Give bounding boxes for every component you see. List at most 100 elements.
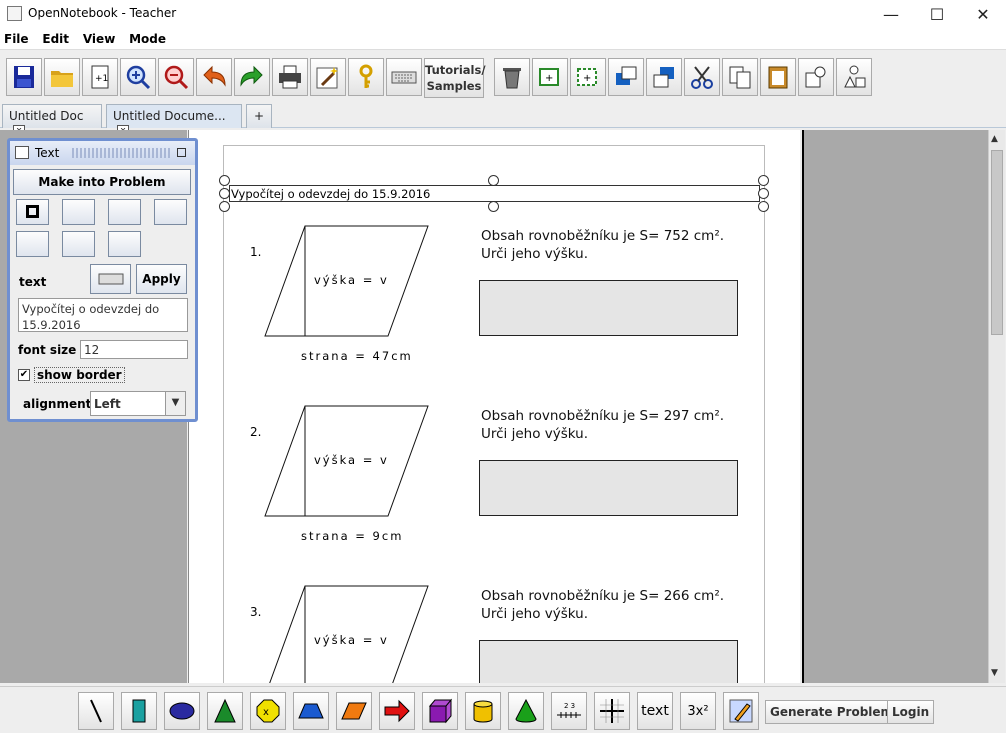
resize-handle[interactable] <box>219 175 230 186</box>
number-line-tool-button[interactable]: 2 3 <box>551 692 587 730</box>
grid-icon <box>600 699 624 723</box>
show-border-label[interactable]: show border <box>34 367 125 383</box>
align-top-button[interactable] <box>16 231 49 257</box>
cube-tool-button[interactable] <box>422 692 458 730</box>
svg-text:+1: +1 <box>95 74 108 84</box>
triangle-tool-button[interactable] <box>207 692 243 730</box>
resize-handle[interactable] <box>488 175 499 186</box>
trapezoid-tool-button[interactable] <box>293 692 329 730</box>
key-button[interactable] <box>348 58 384 96</box>
oval-tool-button[interactable] <box>164 692 200 730</box>
pencil-icon <box>729 699 753 723</box>
answer-box[interactable] <box>479 280 738 336</box>
alignment-select[interactable]: Left ▼ <box>90 391 186 416</box>
font-size-field[interactable]: 12 <box>80 340 188 359</box>
redo-button[interactable] <box>234 58 270 96</box>
undo-button[interactable] <box>196 58 232 96</box>
show-border-checkbox[interactable]: ✔ <box>18 369 30 381</box>
text-value-field[interactable]: Vypočítej o odevzdej do 15.9.2016 <box>18 298 188 332</box>
login-button[interactable]: Login <box>887 700 935 724</box>
base-label: strana = 47cm <box>301 349 413 363</box>
answer-box[interactable] <box>479 640 738 683</box>
grid-tool-button[interactable] <box>594 692 630 730</box>
samples-label: Samples <box>426 79 482 93</box>
restore-icon[interactable] <box>177 148 186 157</box>
align-right-button[interactable] <box>108 199 141 225</box>
ungroup-icon: + <box>577 68 597 86</box>
align-center-button[interactable] <box>154 199 187 225</box>
copy-button[interactable] <box>722 58 758 96</box>
scroll-down-icon[interactable]: ▼ <box>991 668 998 678</box>
pencil-tool-button[interactable] <box>723 692 759 730</box>
resize-handle[interactable] <box>488 201 499 212</box>
ungroup-button[interactable]: + <box>570 58 606 96</box>
drag-grip[interactable] <box>72 148 172 158</box>
tab-add-button[interactable]: + <box>246 104 272 128</box>
keyboard-icon <box>98 273 123 285</box>
resize-handle[interactable] <box>758 188 769 199</box>
chevron-down-icon[interactable]: ▼ <box>165 392 185 415</box>
bring-front-icon <box>616 66 637 85</box>
zoom-out-button[interactable] <box>158 58 194 96</box>
line-tool-button[interactable] <box>78 692 114 730</box>
menu-mode[interactable]: Mode <box>125 28 170 46</box>
send-back-button[interactable] <box>646 58 682 96</box>
tab-untitled-doc[interactable]: Untitled Docx <box>2 104 102 137</box>
resize-handle[interactable] <box>219 188 230 199</box>
shapes-alt-button[interactable] <box>836 58 872 96</box>
generate-problems-button[interactable]: Generate Problems <box>765 700 906 724</box>
resize-handle[interactable] <box>219 201 230 212</box>
tab-untitled-document[interactable]: Untitled Docume...x <box>106 104 242 137</box>
rectangle-tool-button[interactable] <box>121 692 157 730</box>
resize-handle[interactable] <box>758 175 769 186</box>
height-label: výška = v <box>314 453 389 467</box>
scrollbar-thumb[interactable] <box>991 150 1003 335</box>
save-button[interactable] <box>6 58 42 96</box>
menu-edit[interactable]: Edit <box>38 28 73 46</box>
scroll-up-icon[interactable]: ▲ <box>991 134 998 144</box>
magic-wand-button[interactable] <box>310 58 346 96</box>
tutorials-samples-button[interactable]: Tutorials/Samples <box>424 58 486 98</box>
panel-header[interactable]: Text <box>10 141 195 165</box>
apply-button[interactable]: Apply <box>136 264 187 294</box>
border-icon <box>26 205 39 218</box>
window-title: OpenNotebook - Teacher <box>28 6 177 20</box>
maximize-button[interactable]: ☐ <box>914 0 960 28</box>
expression-tool-button[interactable]: 3x² <box>680 692 716 730</box>
group-button[interactable]: + <box>532 58 568 96</box>
zoom-in-button[interactable] <box>120 58 156 96</box>
align-left-button[interactable] <box>62 199 95 225</box>
shapes-button[interactable] <box>798 58 834 96</box>
minimize-button[interactable]: — <box>868 0 914 28</box>
vertical-scrollbar[interactable]: ▲ ▼ <box>988 130 1005 683</box>
close-button[interactable]: ✕ <box>960 0 1006 28</box>
open-button[interactable] <box>44 58 80 96</box>
document-canvas[interactable]: Vypočítej o odevzdej do 15.9.2016 1. výš… <box>188 130 800 683</box>
svg-text:2 3: 2 3 <box>564 702 575 710</box>
border-toggle-button[interactable] <box>16 199 49 225</box>
cylinder-tool-button[interactable] <box>465 692 501 730</box>
octagon-tool-button[interactable]: x <box>250 692 286 730</box>
keyboard-button[interactable] <box>90 264 131 294</box>
bring-front-button[interactable] <box>608 58 644 96</box>
answer-box[interactable] <box>479 460 738 516</box>
text-tool-button[interactable]: text <box>637 692 673 730</box>
make-into-problem-button[interactable]: Make into Problem <box>13 169 191 195</box>
delete-button[interactable] <box>494 58 530 96</box>
align-middle-button[interactable] <box>108 231 141 257</box>
arrow-tool-button[interactable] <box>379 692 415 730</box>
trapezoid-icon <box>298 703 324 719</box>
cut-button[interactable] <box>684 58 720 96</box>
print-button[interactable] <box>272 58 308 96</box>
align-bottom-button[interactable] <box>62 231 95 257</box>
paste-button[interactable] <box>760 58 796 96</box>
menu-view[interactable]: View <box>79 28 119 46</box>
parallelogram-tool-button[interactable] <box>336 692 372 730</box>
add-page-button[interactable]: +1 <box>82 58 118 96</box>
window-icon <box>15 146 29 159</box>
keyboard-button[interactable] <box>386 58 422 96</box>
cone-tool-button[interactable] <box>508 692 544 730</box>
menu-file[interactable]: File <box>0 28 33 46</box>
resize-handle[interactable] <box>758 201 769 212</box>
rectangle-icon <box>132 699 146 723</box>
